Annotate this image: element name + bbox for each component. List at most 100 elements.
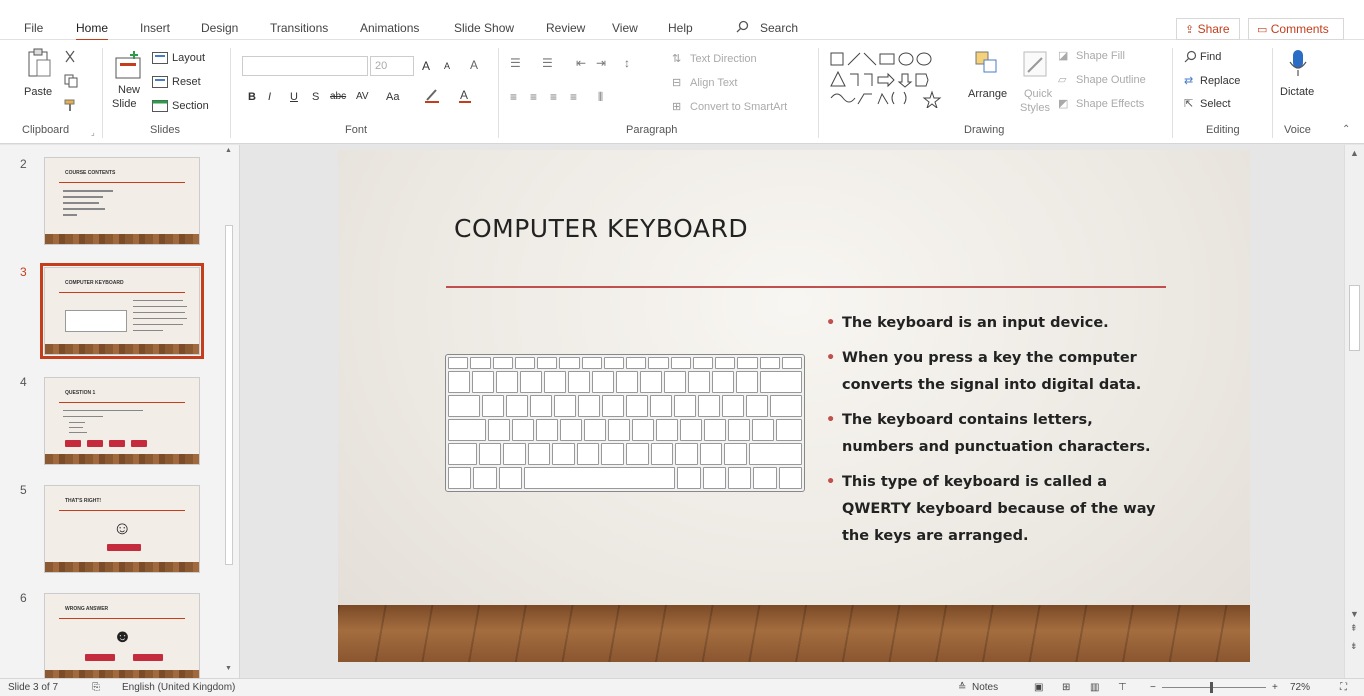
shape-fill-icon[interactable]: ◪ xyxy=(1058,49,1068,62)
align-left-icon[interactable]: ≡ xyxy=(510,90,517,104)
clear-format-icon[interactable]: A xyxy=(470,58,478,72)
notes-icon[interactable]: ≙ xyxy=(958,682,966,693)
cut-icon[interactable] xyxy=(64,50,76,67)
shrink-font-button[interactable]: A xyxy=(444,61,450,71)
paste-icon[interactable] xyxy=(26,48,52,87)
slide-scrollbar[interactable]: ▲ ▼ ⇞ ⇟ xyxy=(1344,145,1364,678)
zoom-level[interactable]: 72% xyxy=(1290,682,1310,693)
tab-animations[interactable]: Animations xyxy=(360,21,419,35)
share-button[interactable]: ⇪ Share xyxy=(1176,18,1240,40)
zoom-slider-track[interactable] xyxy=(1162,687,1266,688)
quick-styles-icon[interactable] xyxy=(1022,50,1050,83)
zoom-slider-thumb[interactable] xyxy=(1210,682,1213,693)
new-slide-label-1[interactable]: New xyxy=(118,84,140,96)
tab-home[interactable]: Home xyxy=(76,21,109,42)
smartart-icon[interactable]: ⊞ xyxy=(672,100,681,113)
find-button[interactable]: Find xyxy=(1200,51,1221,63)
bullets-icon[interactable]: ☰ xyxy=(510,56,521,70)
reset-button[interactable]: Reset xyxy=(172,76,201,88)
align-text-button[interactable]: Align Text xyxy=(690,77,738,89)
shadow-button[interactable]: S xyxy=(312,91,319,103)
dictate-button[interactable]: Dictate xyxy=(1280,86,1314,98)
search-icon[interactable] xyxy=(736,20,749,36)
thumbnail-slide-4[interactable]: QUESTION 1 xyxy=(44,377,200,465)
columns-icon[interactable]: ⫴ xyxy=(598,90,603,105)
scrollbar-thumb[interactable] xyxy=(1349,285,1360,351)
thumbnail-slide-5[interactable]: THAT'S RIGHT! ☺ xyxy=(44,485,200,573)
bold-button[interactable]: B xyxy=(248,91,256,103)
text-direction-button[interactable]: Text Direction xyxy=(690,53,757,65)
comments-button[interactable]: ▭ Comments xyxy=(1248,18,1344,40)
thumbnails-scrollbar[interactable]: ▲ ▼ xyxy=(222,145,236,678)
zoom-out-icon[interactable]: − xyxy=(1150,682,1156,693)
tab-slide-show[interactable]: Slide Show xyxy=(454,21,514,35)
format-painter-icon[interactable] xyxy=(64,98,78,115)
dialog-launcher-icon[interactable]: ⌟ xyxy=(91,128,95,137)
font-family-select[interactable] xyxy=(242,56,368,76)
reset-icon[interactable] xyxy=(152,76,168,91)
reading-view-icon[interactable]: ▥ xyxy=(1090,682,1099,693)
thumbnail-slide-2[interactable]: COURSE CONTENTS xyxy=(44,157,200,245)
layout-button[interactable]: Layout xyxy=(172,52,205,64)
new-slide-label-2[interactable]: Slide xyxy=(112,98,136,110)
spelling-check-icon[interactable]: ⎘ xyxy=(92,682,100,693)
shapes-gallery[interactable] xyxy=(828,50,958,110)
tab-file[interactable]: File xyxy=(24,21,43,35)
paste-label[interactable]: Paste xyxy=(24,86,52,98)
scrollbar-thumb[interactable] xyxy=(225,225,233,565)
quick-styles-label-1[interactable]: Quick xyxy=(1024,88,1052,100)
align-center-icon[interactable]: ≡ xyxy=(530,90,537,104)
section-icon[interactable] xyxy=(152,100,168,115)
scroll-up-icon[interactable]: ▲ xyxy=(1350,148,1359,158)
strikethrough-button[interactable]: abc xyxy=(330,91,346,102)
normal-view-icon[interactable]: ▣ xyxy=(1034,682,1043,693)
scroll-up-icon[interactable]: ▲ xyxy=(225,147,232,154)
justify-icon[interactable]: ≡ xyxy=(570,90,577,104)
arrange-icon[interactable] xyxy=(974,50,1000,79)
scroll-down-icon[interactable]: ▼ xyxy=(225,665,232,672)
slide-show-icon[interactable]: ⊤ xyxy=(1118,682,1127,693)
numbering-icon[interactable]: ☰ xyxy=(542,56,553,70)
decrease-indent-icon[interactable]: ⇤ xyxy=(576,56,586,70)
replace-icon[interactable]: ⇄ xyxy=(1184,74,1193,87)
slide-bullet-list[interactable]: The keyboard is an input device. When yo… xyxy=(826,310,1156,558)
shape-outline-icon[interactable]: ▱ xyxy=(1058,73,1066,86)
tab-review[interactable]: Review xyxy=(546,21,585,35)
zoom-in-icon[interactable]: + xyxy=(1272,682,1278,693)
shape-effects-button[interactable]: Shape Effects xyxy=(1076,98,1144,110)
previous-slide-icon[interactable]: ⇞ xyxy=(1350,623,1358,634)
thumbnail-slide-6[interactable]: WRONG ANSWER ☻ xyxy=(44,593,200,678)
shape-fill-button[interactable]: Shape Fill xyxy=(1076,50,1125,62)
tab-design[interactable]: Design xyxy=(201,21,238,35)
change-case-button[interactable]: Aa xyxy=(386,91,399,103)
keyboard-image[interactable] xyxy=(445,354,805,492)
layout-icon[interactable] xyxy=(152,52,168,67)
slide-sorter-icon[interactable]: ⊞ xyxy=(1062,682,1070,693)
microphone-icon[interactable] xyxy=(1288,48,1308,81)
highlight-icon[interactable] xyxy=(424,88,440,107)
align-right-icon[interactable]: ≡ xyxy=(550,90,557,104)
thumbnail-slide-3[interactable]: COMPUTER KEYBOARD xyxy=(40,263,204,359)
font-size-select[interactable]: 20 xyxy=(370,56,414,76)
grow-font-button[interactable]: A xyxy=(422,59,430,73)
font-color-icon[interactable]: A xyxy=(458,88,472,107)
fit-to-window-icon[interactable]: ⛶ xyxy=(1340,682,1347,693)
convert-smartart-button[interactable]: Convert to SmartArt xyxy=(690,101,787,113)
notes-button[interactable]: Notes xyxy=(972,682,998,693)
shape-outline-button[interactable]: Shape Outline xyxy=(1076,74,1146,86)
section-button[interactable]: Section xyxy=(172,100,209,112)
collapse-ribbon-icon[interactable]: ⌃ xyxy=(1342,124,1350,135)
arrange-button[interactable]: Arrange xyxy=(968,88,1007,100)
copy-icon[interactable] xyxy=(64,74,78,91)
tab-insert[interactable]: Insert xyxy=(140,21,170,35)
slide-title[interactable]: COMPUTER KEYBOARD xyxy=(454,214,748,243)
align-text-icon[interactable]: ⊟ xyxy=(672,76,681,89)
scroll-down-icon[interactable]: ▼ xyxy=(1350,609,1359,619)
shape-effects-icon[interactable]: ◩ xyxy=(1058,97,1068,110)
slide-3[interactable]: COMPUTER KEYBOARD The keyboard is an inp… xyxy=(338,150,1250,662)
select-arrow-icon[interactable]: ⇱ xyxy=(1184,97,1193,110)
italic-button[interactable]: I xyxy=(268,91,271,103)
text-direction-icon[interactable]: ⇅ xyxy=(672,52,681,65)
select-button[interactable]: Select xyxy=(1200,98,1231,110)
search-box[interactable]: Search xyxy=(760,21,798,35)
